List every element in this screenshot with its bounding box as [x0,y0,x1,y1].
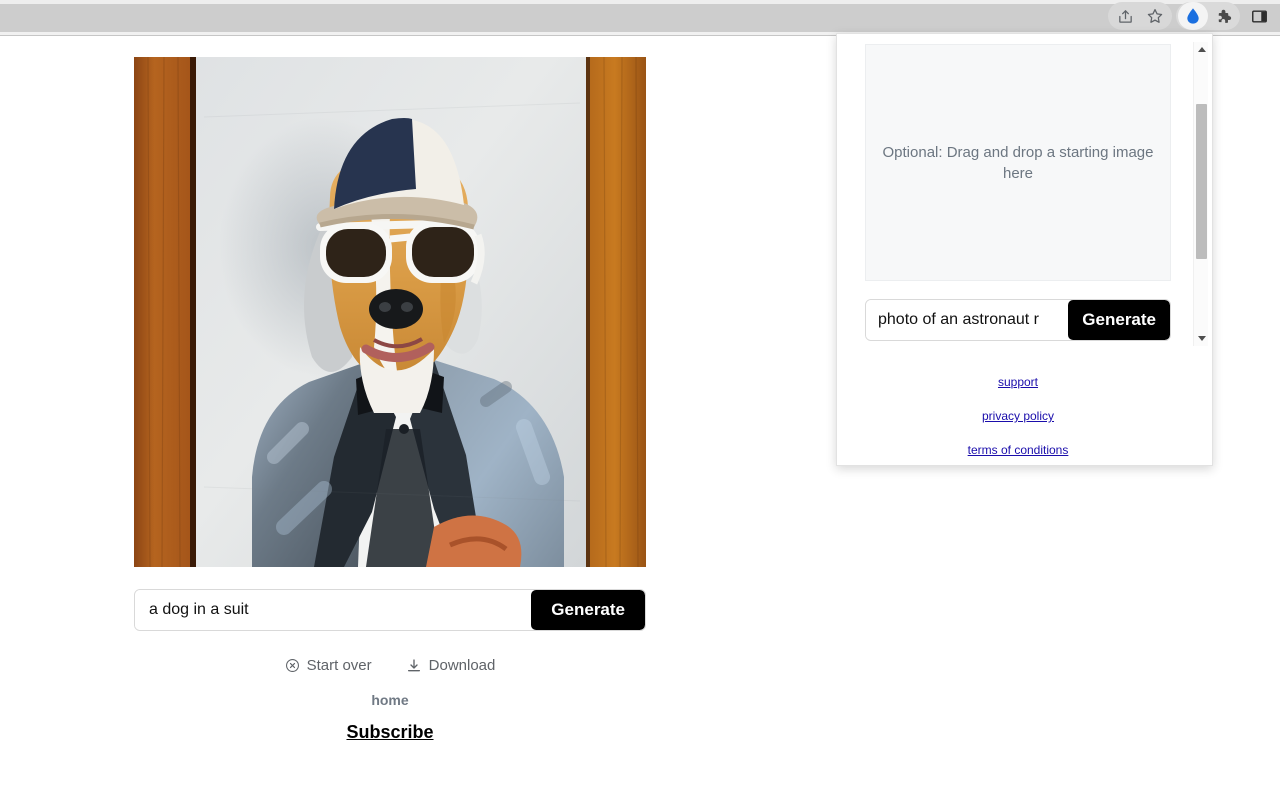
toolbar-icon-group [1108,0,1280,32]
privacy-policy-link[interactable]: privacy policy [865,409,1171,423]
download-button[interactable]: Download [406,657,496,674]
popup-body: Optional: Drag and drop a starting image… [837,34,1197,465]
scroll-down-arrow-icon[interactable] [1194,331,1209,346]
support-link[interactable]: support [865,375,1171,389]
popup-generate-button[interactable]: Generate [1068,300,1170,340]
extension-waterdrop-icon[interactable] [1178,2,1208,30]
share-bookmark-group [1108,2,1172,30]
extensions-group [1176,2,1240,30]
circle-x-icon [285,658,300,673]
popup-links: support privacy policy terms of conditio… [865,375,1171,457]
download-icon [406,658,422,674]
chrome-top-edge [0,0,1280,4]
terms-of-conditions-link[interactable]: terms of conditions [865,443,1171,457]
browser-toolbar [0,0,1280,36]
side-panel-icon[interactable] [1244,2,1274,30]
action-row: Start over Download [134,657,646,674]
generated-artwork [134,57,646,567]
generate-button[interactable]: Generate [531,590,645,630]
scrollbar-thumb[interactable] [1196,104,1207,259]
artwork-image [134,57,646,567]
popup-prompt-bar: Generate [865,299,1171,341]
start-over-label: Start over [306,657,372,674]
extensions-puzzle-icon[interactable] [1208,2,1238,30]
image-dropzone[interactable]: Optional: Drag and drop a starting image… [865,44,1171,281]
share-icon[interactable] [1110,2,1140,30]
home-link[interactable]: home [134,692,646,708]
prompt-input[interactable] [135,590,532,630]
subscribe-link[interactable]: Subscribe [134,722,646,743]
scroll-up-arrow-icon[interactable] [1194,42,1209,57]
prompt-bar: Generate [134,589,646,631]
popup-scrollbar[interactable] [1193,42,1208,346]
download-label: Download [428,657,496,674]
popup-prompt-input[interactable] [866,300,1069,340]
generator-column: Generate Start over [134,57,646,743]
start-over-button[interactable]: Start over [285,657,372,674]
bookmark-star-icon[interactable] [1140,2,1170,30]
extension-popup: Optional: Drag and drop a starting image… [836,33,1213,466]
